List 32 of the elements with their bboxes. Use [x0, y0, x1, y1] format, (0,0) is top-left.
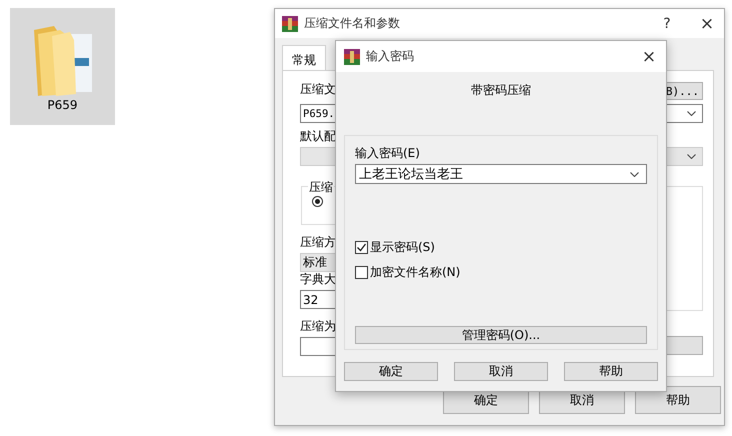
tab[interactable]: 常规: [282, 45, 326, 70]
help-button[interactable]: ?: [650, 16, 684, 32]
close-button[interactable]: ×: [690, 14, 724, 34]
checkbox-label: 显示密码(S): [370, 239, 435, 256]
app-icon: [344, 48, 360, 64]
chevron-icon: [630, 172, 639, 176]
app-icon: [282, 16, 298, 32]
dialog-button[interactable]: 确定: [344, 362, 438, 381]
close-button[interactable]: ×: [632, 46, 666, 66]
checkbox[interactable]: [355, 241, 368, 254]
password-field[interactable]: 上老王论坛当老王: [355, 164, 647, 184]
radio-button[interactable]: [312, 196, 323, 207]
field-label: 压缩文: [300, 82, 336, 96]
dialog-button[interactable]: 帮助: [635, 386, 721, 414]
dialog-title: 输入密码: [366, 48, 415, 65]
field-label: 字典大: [300, 272, 336, 286]
browse-button[interactable]: B)...: [665, 82, 703, 100]
dialog-button[interactable]: 帮助: [564, 362, 658, 381]
field-label: 输入密码(E): [355, 146, 421, 160]
checkbox-label: 加密文件名称(N): [370, 264, 460, 281]
desktop-folder[interactable]: P659: [10, 8, 115, 125]
chevron-icon: [687, 154, 696, 159]
field-label: 压缩方: [300, 235, 336, 249]
dialog-heading: 带密码压缩: [470, 82, 532, 99]
field-label: 默认配: [300, 129, 336, 143]
window-title: 压缩文件名和参数: [304, 15, 401, 32]
chevron-icon: [687, 111, 696, 116]
checkbox[interactable]: [355, 266, 368, 279]
field-label: 压缩为: [300, 319, 336, 333]
folder-label: P659: [47, 98, 78, 112]
manage-passwords-button[interactable]: 管理密码(O)...: [355, 326, 647, 344]
dialog-button[interactable]: 取消: [454, 362, 548, 381]
